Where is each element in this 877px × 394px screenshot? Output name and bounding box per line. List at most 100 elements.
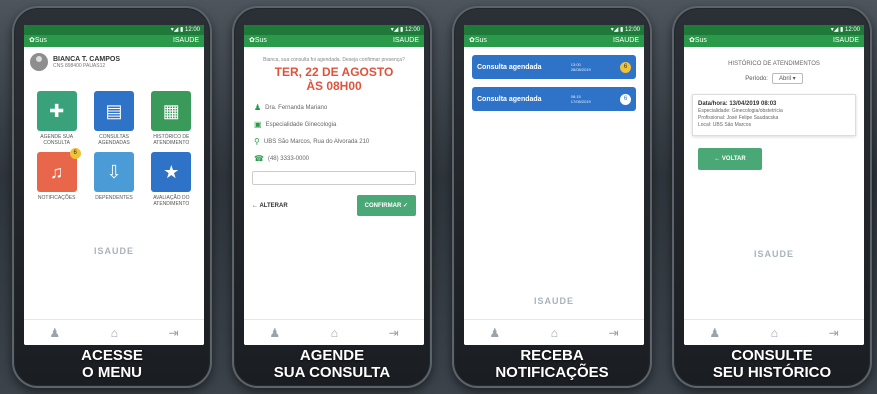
notification-date: 17/08/2019 (570, 99, 591, 104)
caption: AGENDE SUA CONSULTA (234, 347, 430, 381)
phone-history: ▾◢ ▮ 12:00 ✿Sus ISAUDE HISTÓRICO DE ATEND… (672, 6, 872, 388)
appointment-info: ♟ Dra. Fernanda Mariano ▣ Especialidade Gi… (244, 93, 424, 163)
menu-tile-label: AVALIAÇÃO DO ATENDIMENTO (153, 195, 190, 207)
location-pin-icon: ⚲ (254, 137, 260, 146)
status-bar: ▾◢ ▮ 12:00 (684, 25, 864, 35)
download-icon: ⇩ (93, 152, 134, 192)
caption: ACESSE O MENU (14, 347, 210, 381)
menu-tile[interactable]: ⇩ DEPENDENTES (87, 152, 140, 207)
confirm-button[interactable]: CONFIRMAR ✓ (356, 195, 416, 216)
notification-datetime: 13:00 28/08/2019 (571, 62, 591, 72)
specialty-row: ▣ Especialidade Ginecologia (254, 120, 414, 129)
phone-row: ☎ (48) 3333-0000 (254, 154, 414, 163)
sus-logo: ✿Sus (29, 37, 47, 44)
isaude-logo: ISAUDE (832, 37, 859, 44)
phone-schedule: ▾◢ ▮ 12:00 ✿Sus ISAUDE Bianca, sua consul… (232, 6, 432, 388)
profile-icon[interactable]: ♟ (709, 326, 720, 340)
appointment-date: TER, 22 DE AGOSTO ÀS 08H00 (244, 65, 424, 93)
bottom-nav: ♟ ⌂ ⇥ (244, 319, 424, 345)
menu-tile[interactable]: ♫ 6 NOTIFICAÇÕES (30, 148, 83, 207)
user-header: BIANCA T. CAMPOS CNS 898400 PAUAS12 (24, 47, 204, 77)
brand-text: ISAUDE (753, 249, 794, 259)
sus-logo: ✿Sus (249, 37, 267, 44)
notification-item[interactable]: Consulta agendada 08:15 17/08/2019 6 (472, 87, 636, 111)
menu-tile[interactable]: ✚ AGENDE SUA CONSULTA (30, 91, 83, 146)
notification-date: 28/08/2019 (570, 67, 591, 72)
home-icon[interactable]: ⌂ (331, 326, 338, 340)
caption-line-1: ACESSE (81, 347, 143, 364)
brand-text: ISAUDE (93, 246, 134, 256)
logout-icon[interactable]: ⇥ (389, 326, 399, 340)
period-value: Abril (778, 76, 791, 82)
notes-input[interactable] (252, 171, 416, 185)
menu-tile[interactable]: ★ AVALIAÇÃO DO ATENDIMENTO (145, 152, 198, 207)
status-bar: ▾◢ ▮ 12:00 (244, 25, 424, 35)
menu-grid: ✚ AGENDE SUA CONSULTA ▤ CONSULTAS AGENDADAS… (24, 77, 204, 207)
logout-icon[interactable]: ⇥ (169, 326, 179, 340)
card-specialty: Especialidade: Ginecologia/obstetrícia (698, 108, 783, 114)
calendar-doctor-icon: ✚ (36, 91, 77, 131)
sus-logo: ✿Sus (469, 37, 487, 44)
notification-datetime: 08:15 17/08/2019 (571, 94, 591, 104)
profile-icon[interactable]: ♟ (49, 326, 60, 340)
history-icon: ▦ (151, 91, 192, 131)
brand-watermark: ISAUDE (464, 291, 644, 309)
screen-schedule: ▾◢ ▮ 12:00 ✿Sus ISAUDE Bianca, sua consul… (244, 25, 424, 345)
doctor-row: ♟ Dra. Fernanda Mariano (254, 103, 414, 112)
app-bar: ✿Sus ISAUDE (464, 35, 644, 47)
back-button[interactable]: ← VOLTAR (698, 148, 762, 170)
caption: RECEBA NOTIFICAÇÕES (454, 347, 650, 381)
doctor-icon: ♟ (254, 103, 262, 112)
user-cns: CNS 898400 PAUAS12 (53, 62, 106, 69)
user-name: BIANCA T. CAMPOS (53, 55, 121, 63)
logout-icon[interactable]: ⇥ (609, 326, 619, 340)
menu-tile-label: AGENDE SUA CONSULTA (40, 134, 74, 146)
app-bar: ✿Sus ISAUDE (684, 35, 864, 47)
profile-icon[interactable]: ♟ (269, 326, 280, 340)
bottom-nav: ♟ ⌂ ⇥ (464, 319, 644, 345)
app-bar: ✿Sus ISAUDE (244, 35, 424, 47)
notification-badge: 6 (619, 61, 631, 73)
action-row: ← ALTERAR CONFIRMAR ✓ (244, 191, 424, 220)
brand-text: ISAUDE (533, 296, 574, 306)
period-label: Período: (745, 75, 768, 82)
appointment-intro: Bianca, sua consulta foi agendada. Desej… (263, 57, 405, 63)
chevron-down-icon: ▾ (792, 76, 796, 82)
menu-tile[interactable]: ▤ CONSULTAS AGENDADAS (87, 91, 140, 146)
card-location: Local: UBS São Marcos (698, 122, 752, 128)
menu-tile-label: NOTIFICAÇÕES (37, 195, 76, 201)
sus-logo: ✿Sus (689, 37, 707, 44)
phone-text: (48) 3333-0000 (267, 155, 309, 162)
avatar (30, 53, 48, 71)
profile-icon[interactable]: ♟ (489, 326, 500, 340)
menu-tile[interactable]: ▦ HISTÓRICO DE ATENDIMENTO (145, 91, 198, 146)
period-select[interactable]: Abril ▾ (771, 73, 803, 84)
card-date: Data/hora: 13/04/2019 08:03 (698, 101, 777, 107)
home-icon[interactable]: ⌂ (771, 326, 778, 340)
screen-history: ▾◢ ▮ 12:00 ✿Sus ISAUDE HISTÓRICO DE ATEND… (684, 25, 864, 345)
history-card[interactable]: Data/hora: 13/04/2019 08:03 Especialidad… (692, 94, 856, 136)
notification-badge: 6 (69, 148, 81, 159)
notification-title: Consulta agendada (477, 95, 542, 103)
menu-tile-label: CONSULTAS AGENDADAS (98, 134, 130, 146)
change-button[interactable]: ← ALTERAR (252, 203, 288, 209)
home-icon[interactable]: ⌂ (551, 326, 558, 340)
star-icon: ★ (151, 152, 192, 192)
notification-badge: 6 (619, 93, 631, 105)
bottom-nav: ♟ ⌂ ⇥ (24, 319, 204, 345)
notification-title: Consulta agendada (477, 63, 542, 71)
card-professional: Profissional: José Felipe Saudacska (698, 115, 779, 121)
app-bar: ✿Sus ISAUDE (24, 35, 204, 47)
notification-item[interactable]: Consulta agendada 13:00 28/08/2019 6 (472, 55, 636, 79)
caption: CONSULTE SEU HISTÓRICO (674, 347, 870, 381)
phone-notifications: ▾◢ ▮ 12:00 ✿Sus ISAUDE Consulta agendada 1… (452, 6, 652, 388)
home-icon[interactable]: ⌂ (111, 326, 118, 340)
time-line: ÀS 08H00 (306, 79, 362, 93)
isaude-logo: ISAUDE (392, 37, 419, 44)
logout-icon[interactable]: ⇥ (829, 326, 839, 340)
period-filter: Período: Abril ▾ (684, 67, 864, 84)
clipboard-icon: ▤ (93, 91, 134, 131)
screen-notifications: ▾◢ ▮ 12:00 ✿Sus ISAUDE Consulta agendada 1… (464, 25, 644, 345)
caption-line-2: SUA CONSULTA (273, 364, 391, 381)
menu-tile-label: HISTÓRICO DE ATENDIMENTO (153, 134, 190, 146)
